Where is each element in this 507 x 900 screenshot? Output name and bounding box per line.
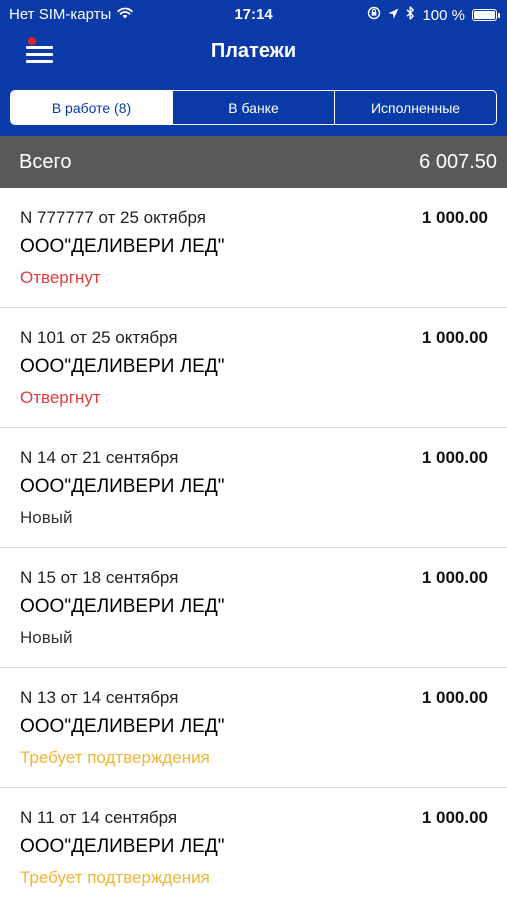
tab-completed[interactable]: Исполненные <box>334 91 496 124</box>
payment-number: N 13 от 14 сентября <box>20 688 179 707</box>
list-item[interactable]: N 13 от 14 сентября 1 000.00 ООО"ДЕЛИВЕР… <box>0 668 507 788</box>
total-bar: Всего 6 007.50 <box>0 136 507 188</box>
payment-number: N 777777 от 25 октября <box>20 208 206 227</box>
bluetooth-icon <box>406 6 415 24</box>
total-value: 6 007.50 <box>419 150 497 173</box>
list-item[interactable]: N 14 от 21 сентября 1 000.00 ООО"ДЕЛИВЕР… <box>0 428 507 548</box>
payment-number: N 15 от 18 сентября <box>20 568 179 587</box>
payment-status: Требует подтверждения <box>20 868 210 887</box>
payment-list: N 777777 от 25 октября 1 000.00 ООО"ДЕЛИ… <box>0 188 507 900</box>
payee-name: ООО"ДЕЛИВЕРИ ЛЕД" <box>20 716 225 737</box>
page-title: Платежи <box>210 40 297 62</box>
battery-icon <box>472 9 500 21</box>
payment-amount: 1 000.00 <box>421 688 488 707</box>
payment-amount: 1 000.00 <box>421 568 488 587</box>
payment-status: Новый <box>20 508 73 527</box>
payment-amount: 1 000.00 <box>421 448 488 467</box>
navigation-bar: Платежи <box>0 30 507 75</box>
payment-status: Новый <box>20 628 73 647</box>
list-item[interactable]: N 101 от 25 октября 1 000.00 ООО"ДЕЛИВЕР… <box>0 308 507 428</box>
payee-name: ООО"ДЕЛИВЕРИ ЛЕД" <box>20 836 225 857</box>
status-right: 100 % <box>367 6 500 24</box>
payment-amount: 1 000.00 <box>421 808 488 827</box>
payment-number: N 14 от 21 сентября <box>20 448 179 467</box>
tab-in-bank[interactable]: В банке <box>172 91 334 124</box>
segmented-control: В работе (8) В банке Исполненные <box>10 90 497 125</box>
battery-tip <box>498 13 500 18</box>
payment-amount: 1 000.00 <box>421 208 488 227</box>
payment-status: Требует подтверждения <box>20 748 210 767</box>
total-label: Всего <box>19 150 72 173</box>
location-icon <box>388 7 399 24</box>
battery-percent: 100 % <box>422 6 465 24</box>
payee-name: ООО"ДЕЛИВЕРИ ЛЕД" <box>20 476 225 497</box>
payment-status: Отвергнут <box>20 388 101 407</box>
list-item[interactable]: N 777777 от 25 октября 1 000.00 ООО"ДЕЛИ… <box>0 188 507 308</box>
list-item[interactable]: N 15 от 18 сентября 1 000.00 ООО"ДЕЛИВЕР… <box>0 548 507 668</box>
orientation-lock-icon <box>367 6 381 24</box>
payee-name: ООО"ДЕЛИВЕРИ ЛЕД" <box>20 596 225 617</box>
list-item[interactable]: N 11 от 14 сентября 1 000.00 ООО"ДЕЛИВЕР… <box>0 788 507 900</box>
payment-number: N 11 от 14 сентября <box>20 808 178 827</box>
payee-name: ООО"ДЕЛИВЕРИ ЛЕД" <box>20 236 225 257</box>
payee-name: ООО"ДЕЛИВЕРИ ЛЕД" <box>20 356 225 377</box>
payment-status: Отвергнут <box>20 268 101 287</box>
tab-in-work[interactable]: В работе (8) <box>11 91 172 124</box>
battery-fill <box>474 11 495 19</box>
payment-number: N 101 от 25 октября <box>20 328 178 347</box>
payment-amount: 1 000.00 <box>421 328 488 347</box>
status-bar: Нет SIM-карты 17:14 100 % <box>0 0 507 30</box>
header: Нет SIM-карты 17:14 100 % Платежи В рабо… <box>0 0 507 136</box>
